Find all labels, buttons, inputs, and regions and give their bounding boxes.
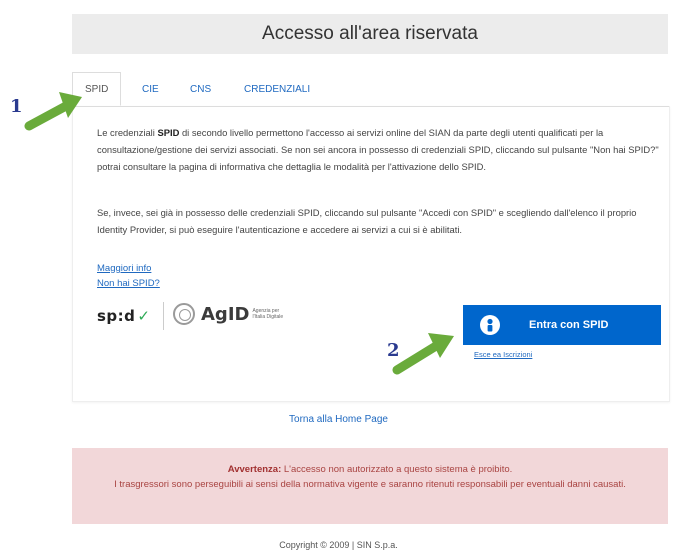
annotation-arrow-1-icon — [24, 92, 82, 131]
warning-box: Avvertenza: L'accesso non autorizzato a … — [72, 448, 668, 524]
warning-line2: I trasgressori sono perseguibili ai sens… — [114, 479, 626, 490]
agid-subtitle: Agenzia per l'Italia Digitale — [252, 308, 284, 320]
copyright: Copyright © 2009 | SIN S.p.a. — [279, 540, 398, 550]
agid-logo: AgID Agenzia per l'Italia Digitale — [173, 303, 286, 325]
annotation-number-1: 1 — [10, 96, 23, 117]
no-spid-link[interactable]: Non hai SPID? — [97, 278, 160, 289]
tab-cie[interactable]: CIE — [142, 72, 159, 106]
more-info-link[interactable]: Maggiori info — [97, 263, 151, 274]
spid-login-button[interactable]: Entra con SPID — [463, 305, 661, 345]
page-title: Accesso all'area riservata — [72, 14, 668, 54]
check-icon: ✓ — [137, 307, 151, 325]
home-link[interactable]: Torna alla Home Page — [0, 414, 677, 425]
spid-logo-text: sp:d — [97, 307, 136, 325]
login-tabs: SPID CIE CNS CREDENZIALI — [72, 72, 670, 107]
spid-small-link[interactable]: Esce ea Iscrizioni — [474, 350, 532, 359]
warning-line1: Avvertenza: L'accesso non autorizzato a … — [227, 464, 513, 475]
spid-description: Le credenziali SPID di secondo livello p… — [97, 127, 659, 172]
spid-instructions: Se, invece, sei già in possesso delle cr… — [97, 207, 637, 235]
tab-credenziali[interactable]: CREDENZIALI — [244, 72, 310, 106]
spid-panel: Le credenziali SPID di secondo livello p… — [72, 106, 670, 402]
agid-emblem-icon — [173, 303, 195, 325]
warning-label: Avvertenza: — [227, 464, 282, 475]
spid-logo: sp:d ✓ — [97, 307, 150, 325]
tab-cns[interactable]: CNS — [190, 72, 211, 106]
annotation-arrow-2-icon — [392, 333, 454, 375]
logo-divider — [163, 302, 164, 330]
spid-login-label: Entra con SPID — [529, 319, 609, 331]
user-icon — [477, 312, 503, 338]
agid-logo-text: AgID — [201, 303, 250, 325]
